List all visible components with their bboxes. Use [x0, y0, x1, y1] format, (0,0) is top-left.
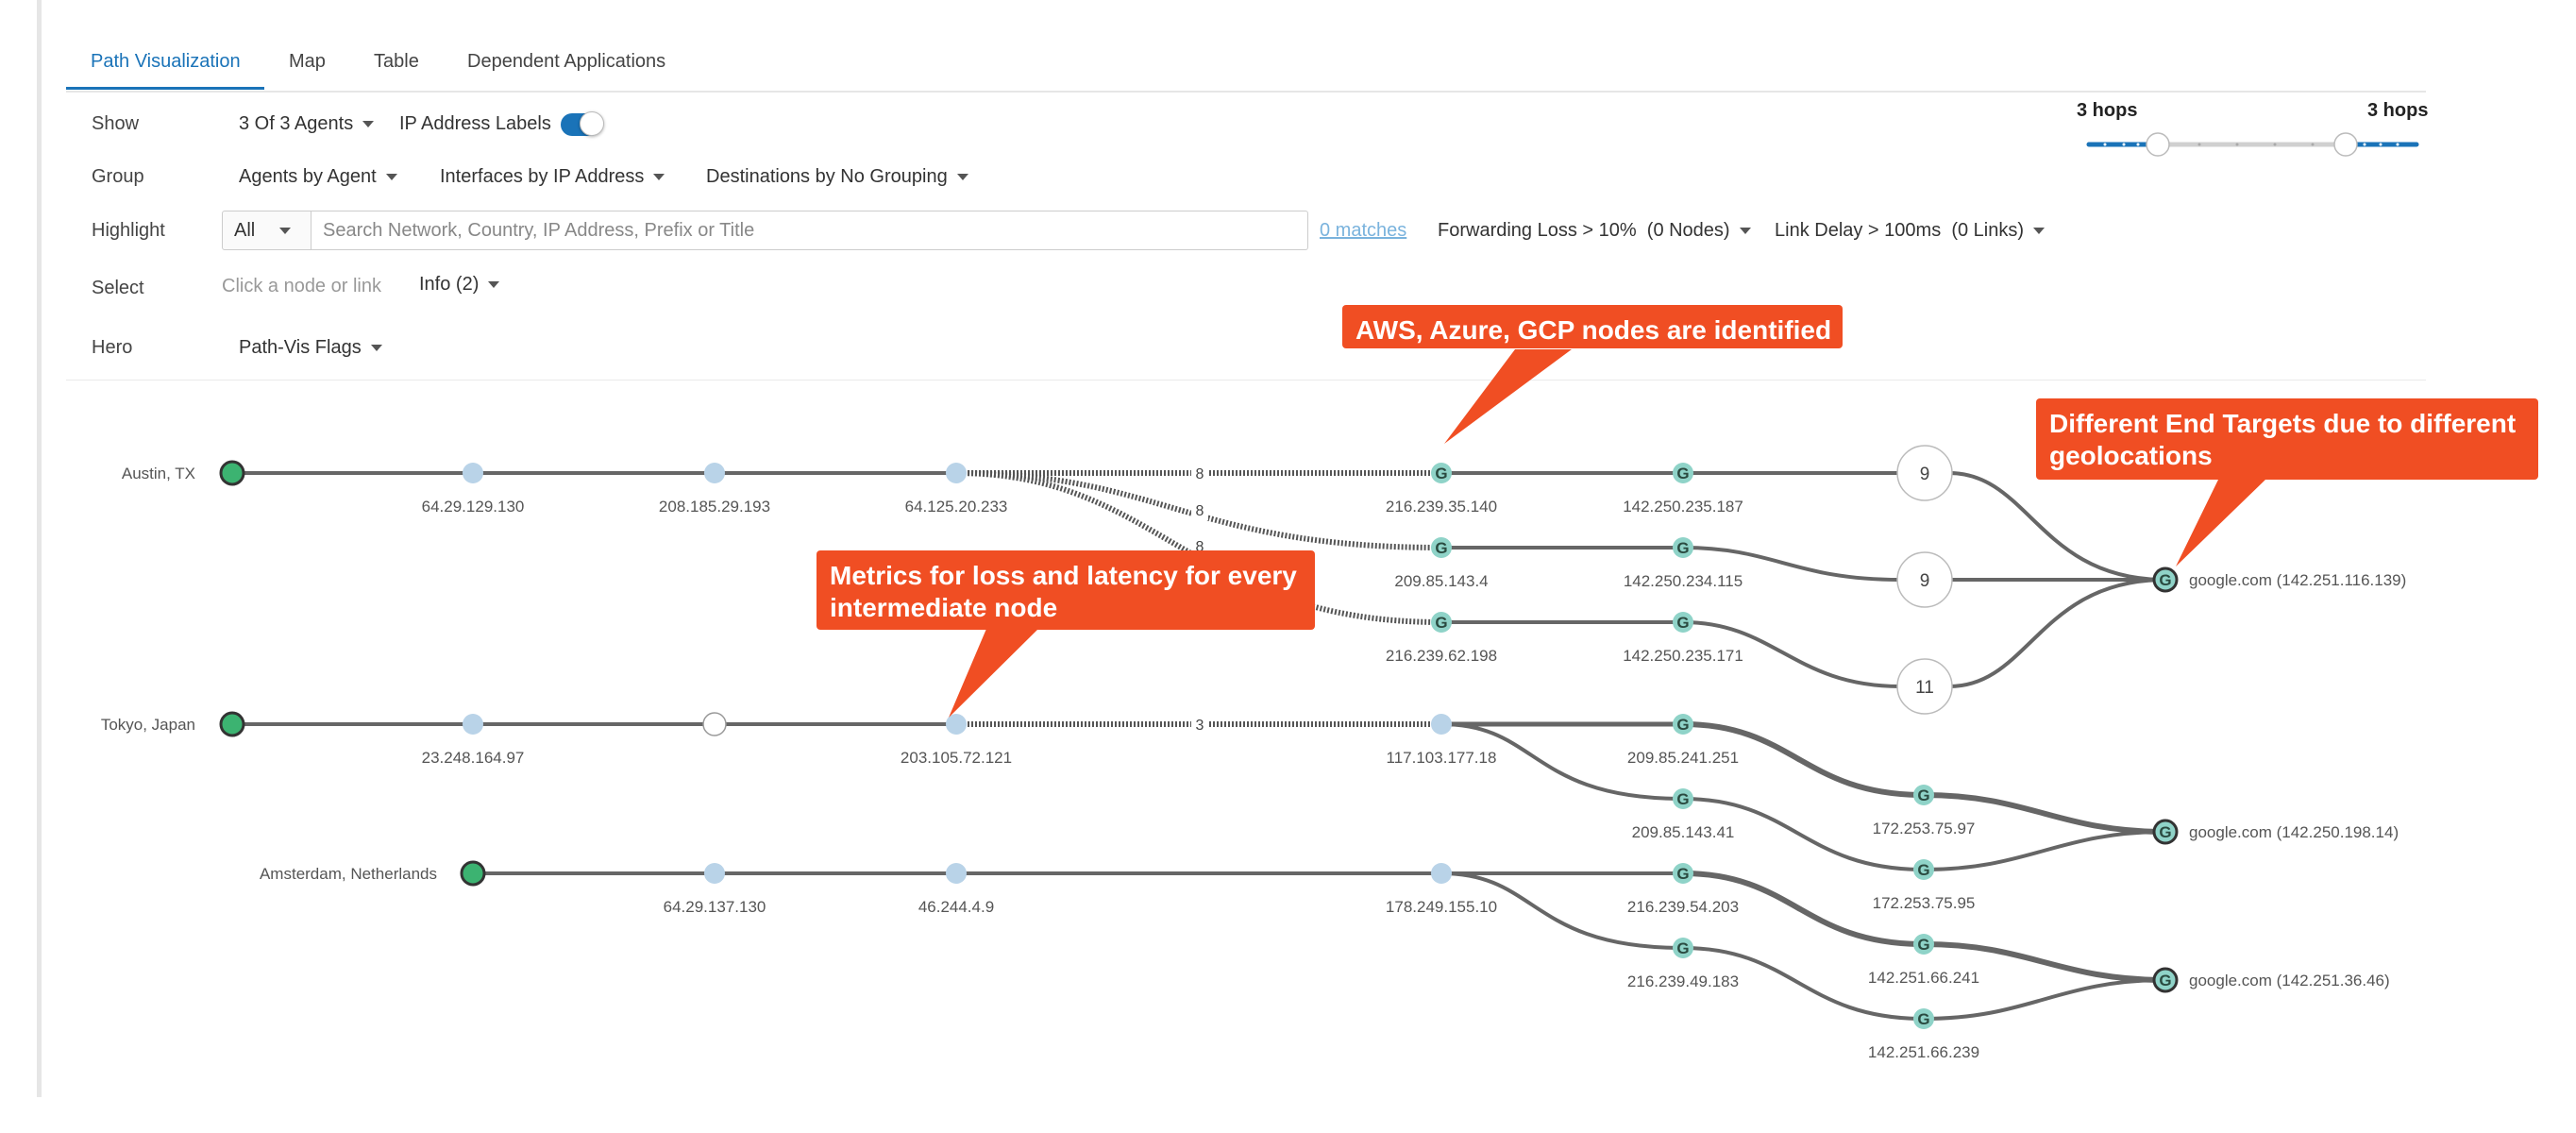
- cloud-node[interactable]: G: [1431, 463, 1452, 483]
- link: [1948, 471, 2166, 582]
- google-g-icon: G: [1917, 936, 1929, 954]
- node-ip-label: 178.249.155.10: [1386, 898, 1497, 916]
- hidden-hops-count: 9: [1920, 571, 1930, 591]
- node-ip-label: 46.244.4.9: [918, 898, 994, 916]
- link: [1948, 578, 2166, 688]
- node-ip-label: 64.29.137.130: [664, 898, 766, 916]
- cloud-node[interactable]: G: [1673, 788, 1693, 809]
- google-g-icon: G: [1917, 786, 1929, 804]
- destination-label: google.com (142.251.36.46): [2189, 972, 2390, 989]
- destination-node[interactable]: G: [2152, 819, 2179, 845]
- agent-label: Amsterdam, Netherlands: [260, 865, 437, 883]
- google-g-icon: G: [1676, 465, 1689, 482]
- node-ip-label: 209.85.241.251: [1627, 749, 1739, 767]
- google-g-icon: G: [1676, 865, 1689, 883]
- network-node[interactable]: [1431, 863, 1452, 884]
- node-ip-label: 172.253.75.97: [1873, 820, 1976, 837]
- destination-node[interactable]: G: [2152, 566, 2179, 593]
- node-ip-label: 209.85.143.41: [1632, 823, 1735, 841]
- agent-node[interactable]: [460, 860, 486, 887]
- network-node[interactable]: [946, 863, 967, 884]
- google-g-icon: G: [1676, 614, 1689, 632]
- cloud-node[interactable]: G: [1431, 612, 1452, 633]
- node-ip-label: 64.125.20.233: [905, 498, 1008, 516]
- cloud-node[interactable]: G: [1431, 537, 1452, 558]
- node-ip-label: 23.248.164.97: [422, 749, 525, 767]
- google-g-icon: G: [1435, 465, 1447, 482]
- network-node[interactable]: [1431, 714, 1452, 735]
- cloud-node[interactable]: G: [1913, 859, 1934, 880]
- node-ip-label: 203.105.72.121: [901, 749, 1012, 767]
- node-ip-label: 142.251.66.241: [1868, 969, 1979, 987]
- google-g-icon: G: [1676, 790, 1689, 808]
- node-ip-label: 117.103.177.18: [1387, 749, 1497, 767]
- google-g-icon: G: [2159, 823, 2171, 841]
- google-g-icon: G: [1676, 539, 1689, 557]
- node-ip-label: 172.253.75.95: [1873, 894, 1976, 912]
- google-g-icon: G: [2159, 972, 2171, 989]
- agent-label: Austin, TX: [122, 465, 195, 482]
- unknown-node[interactable]: [702, 712, 727, 736]
- google-g-icon: G: [1917, 1010, 1929, 1028]
- hidden-hops-count: 9: [1920, 465, 1930, 484]
- hops-slider[interactable]: [2086, 132, 2419, 157]
- node-ip-label: 142.251.66.239: [1868, 1043, 1979, 1061]
- google-g-icon: G: [1917, 861, 1929, 879]
- network-node[interactable]: [704, 863, 725, 884]
- node-ip-label: 64.29.129.130: [422, 498, 525, 516]
- hidden-hops-count: 11: [1915, 678, 1934, 698]
- google-g-icon: G: [1676, 716, 1689, 734]
- node-ip-label: 209.85.143.4: [1394, 572, 1488, 590]
- cloud-node[interactable]: G: [1673, 612, 1693, 633]
- agent-label: Tokyo, Japan: [101, 716, 195, 734]
- node-ip-label: 142.250.234.115: [1624, 572, 1743, 590]
- cloud-node[interactable]: G: [1913, 785, 1934, 805]
- destination-node[interactable]: G: [2152, 967, 2179, 993]
- network-node[interactable]: [463, 463, 483, 483]
- callout-cloud-nodes: AWS, Azure, GCP nodes are identified: [1342, 305, 1843, 348]
- link-count-label: 8: [1196, 503, 1204, 519]
- cloud-node[interactable]: G: [1673, 714, 1693, 735]
- network-node[interactable]: [704, 463, 725, 483]
- node-ip-label: 142.250.235.187: [1623, 498, 1743, 516]
- link-count-label: 8: [1196, 466, 1204, 482]
- link-count-label: 3: [1196, 718, 1204, 734]
- agent-node[interactable]: [219, 460, 245, 486]
- google-g-icon: G: [2159, 571, 2171, 589]
- node-ip-label: 216.239.54.203: [1627, 898, 1739, 916]
- network-node[interactable]: [946, 463, 967, 483]
- hops-slider-min-handle[interactable]: [2146, 132, 2170, 157]
- link: [1923, 830, 2166, 871]
- destination-label: google.com (142.251.116.139): [2189, 571, 2406, 589]
- google-g-icon: G: [1676, 939, 1689, 957]
- node-ip-label: 216.239.35.140: [1386, 498, 1497, 516]
- node-ip-label: 142.250.235.171: [1623, 647, 1743, 665]
- callout-metrics: Metrics for loss and latency for every i…: [817, 550, 1315, 630]
- google-g-icon: G: [1435, 614, 1447, 632]
- node-ip-label: 216.239.49.183: [1627, 972, 1739, 990]
- cloud-node[interactable]: G: [1673, 463, 1693, 483]
- network-node[interactable]: [463, 714, 483, 735]
- cloud-node[interactable]: G: [1913, 934, 1934, 955]
- google-g-icon: G: [1435, 539, 1447, 557]
- cloud-node[interactable]: G: [1673, 863, 1693, 884]
- node-ip-label: 216.239.62.198: [1386, 647, 1497, 665]
- agent-node[interactable]: [219, 711, 245, 737]
- cloud-node[interactable]: G: [1913, 1008, 1934, 1029]
- cloud-node[interactable]: G: [1673, 938, 1693, 958]
- cloud-node[interactable]: G: [1673, 537, 1693, 558]
- destination-label: google.com (142.250.198.14): [2189, 823, 2399, 841]
- node-ip-label: 208.185.29.193: [659, 498, 770, 516]
- callout-end-targets: Different End Targets due to different g…: [2036, 398, 2538, 480]
- hops-slider-max-handle[interactable]: [2333, 132, 2358, 157]
